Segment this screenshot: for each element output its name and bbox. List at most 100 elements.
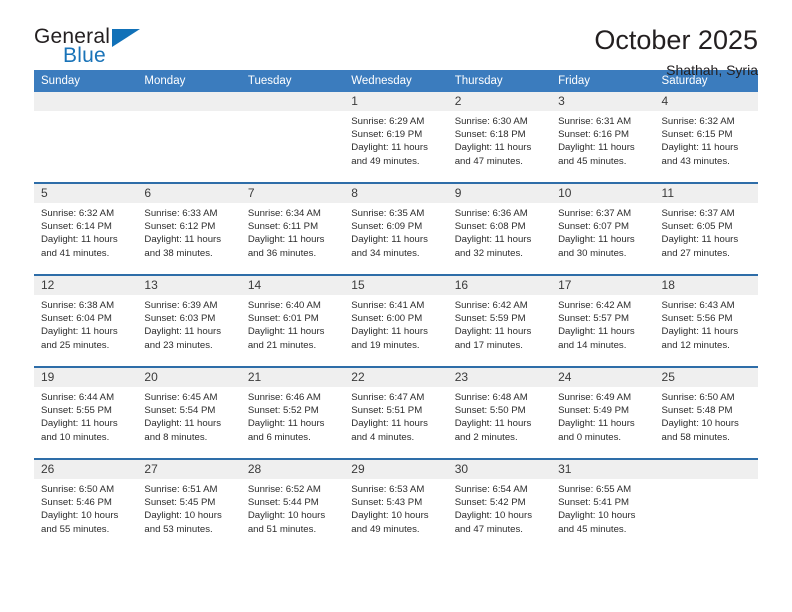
calendar-cell-day[interactable]: 10 Sunrise: 6:37 AM Sunset: 6:07 PM Dayligh… xyxy=(551,182,655,275)
calendar-cell-day[interactable]: 18 Sunrise: 6:43 AM Sunset: 5:56 PM Dayligh… xyxy=(654,274,758,367)
sun-info-line: Daylight: 11 hours xyxy=(454,142,532,154)
calendar-cell-day[interactable]: 25 Sunrise: 6:50 AM Sunset: 5:48 PM Dayligh… xyxy=(654,366,758,459)
sun-info: Sunrise: 6:37 AM Sunset: 6:05 PM Daylight:… xyxy=(655,203,758,260)
sun-info-line: Daylight: 11 hours xyxy=(41,326,118,338)
calendar-cell-day[interactable]: 26 Sunrise: 6:50 AM Sunset: 5:46 PM Dayligh… xyxy=(34,458,138,550)
sun-info-line: Sunrise: 6:30 AM xyxy=(454,116,528,127)
calendar-cell-day[interactable]: 19 Sunrise: 6:44 AM Sunset: 5:55 PM Dayligh… xyxy=(34,366,138,459)
weekday-header-wednesday: Wednesday xyxy=(344,70,448,92)
sun-info: Sunrise: 6:51 AM Sunset: 5:45 PM Daylight:… xyxy=(137,479,240,536)
sun-info-line: and 53 minutes. xyxy=(144,523,213,535)
sun-info-line: Daylight: 11 hours xyxy=(247,234,325,246)
calendar-cell-day[interactable]: 8 Sunrise: 6:35 AM Sunset: 6:09 PM Daylight… xyxy=(344,182,448,275)
calendar-cell-day[interactable]: 17 Sunrise: 6:42 AM Sunset: 5:57 PM Dayligh… xyxy=(551,274,655,367)
day-number xyxy=(240,92,345,111)
day-number: 16 xyxy=(447,276,552,295)
calendar-cell-day[interactable]: 15 Sunrise: 6:41 AM Sunset: 6:00 PM Dayligh… xyxy=(344,274,448,367)
calendar-cell-day[interactable]: 2 Sunrise: 6:30 AM Sunset: 6:18 PM Daylight… xyxy=(447,92,552,183)
sun-info-line: Sunrise: 6:54 AM xyxy=(454,484,528,495)
sun-info-line: Daylight: 11 hours xyxy=(351,418,428,430)
calendar-cell-day[interactable]: 14 Sunrise: 6:40 AM Sunset: 6:01 PM Dayligh… xyxy=(240,274,345,367)
sun-info-line: Sunset: 6:03 PM xyxy=(144,313,216,325)
sun-info: Sunrise: 6:37 AM Sunset: 6:07 PM Daylight:… xyxy=(551,203,654,260)
sun-info-line: Sunrise: 6:40 AM xyxy=(247,300,321,311)
calendar-cell-day[interactable]: 21 Sunrise: 6:46 AM Sunset: 5:52 PM Dayligh… xyxy=(240,366,345,459)
calendar-cell-day[interactable]: 29 Sunrise: 6:53 AM Sunset: 5:43 PM Dayligh… xyxy=(344,458,448,550)
day-number: 31 xyxy=(551,460,655,479)
day-number: 29 xyxy=(344,460,448,479)
sun-info-line: Sunset: 6:14 PM xyxy=(41,221,112,233)
calendar-cell-day[interactable]: 9 Sunrise: 6:36 AM Sunset: 6:08 PM Daylight… xyxy=(447,182,552,275)
calendar-cell-day[interactable]: 11 Sunrise: 6:37 AM Sunset: 6:05 PM Dayligh… xyxy=(654,182,758,275)
calendar-cell-day[interactable]: 5 Sunrise: 6:32 AM Sunset: 6:14 PM Daylight… xyxy=(34,182,138,275)
sun-info-line: Sunrise: 6:51 AM xyxy=(144,484,218,495)
sun-info-line: Daylight: 11 hours xyxy=(247,326,325,338)
sun-info-line: and 27 minutes. xyxy=(661,247,730,259)
day-number: 14 xyxy=(240,276,345,295)
calendar-cell-day[interactable]: 22 Sunrise: 6:47 AM Sunset: 5:51 PM Dayligh… xyxy=(344,366,448,459)
calendar-cell-day[interactable]: 31 Sunrise: 6:55 AM Sunset: 5:41 PM Dayligh… xyxy=(551,458,655,550)
calendar-cell-day[interactable]: 1 Sunrise: 6:29 AM Sunset: 6:19 PM Daylight… xyxy=(344,92,448,183)
brand-logo[interactable]: General Blue xyxy=(34,26,146,66)
sun-info: Sunrise: 6:38 AM Sunset: 6:04 PM Daylight:… xyxy=(34,295,137,352)
day-number: 8 xyxy=(344,184,448,203)
weekday-header-thursday: Thursday xyxy=(447,70,552,92)
day-number: 6 xyxy=(137,184,241,203)
day-number: 15 xyxy=(344,276,448,295)
calendar-cell-day[interactable]: 30 Sunrise: 6:54 AM Sunset: 5:42 PM Dayligh… xyxy=(447,458,552,550)
sun-info-line: Sunrise: 6:52 AM xyxy=(247,484,321,495)
sun-info: Sunrise: 6:50 AM Sunset: 5:46 PM Daylight:… xyxy=(34,479,137,536)
day-number: 30 xyxy=(447,460,552,479)
sun-info-line: and 55 minutes. xyxy=(41,523,110,535)
day-number xyxy=(137,92,241,111)
calendar-week-row: 1 Sunrise: 6:29 AM Sunset: 6:19 PM Daylight… xyxy=(34,92,758,183)
weekday-header-sunday: Sunday xyxy=(34,70,138,92)
sun-info-line: and 43 minutes. xyxy=(661,155,730,167)
calendar-cell-day[interactable]: 27 Sunrise: 6:51 AM Sunset: 5:45 PM Dayligh… xyxy=(137,458,241,550)
day-number: 12 xyxy=(34,276,138,295)
calendar-cell-day[interactable]: 28 Sunrise: 6:52 AM Sunset: 5:44 PM Dayligh… xyxy=(240,458,345,550)
calendar-cell-day[interactable]: 7 Sunrise: 6:34 AM Sunset: 6:11 PM Daylight… xyxy=(240,182,345,275)
sun-info: Sunrise: 6:40 AM Sunset: 6:01 PM Daylight:… xyxy=(241,295,344,352)
sun-info-line: Sunset: 5:57 PM xyxy=(558,313,630,325)
calendar-cell-day[interactable]: 6 Sunrise: 6:33 AM Sunset: 6:12 PM Daylight… xyxy=(137,182,241,275)
sun-info-line: and 38 minutes. xyxy=(144,247,213,259)
calendar-week-row: 5 Sunrise: 6:32 AM Sunset: 6:14 PM Daylight… xyxy=(34,182,758,275)
sun-info-line: Sunrise: 6:50 AM xyxy=(41,484,115,495)
calendar-cell-day[interactable]: 16 Sunrise: 6:42 AM Sunset: 5:59 PM Dayligh… xyxy=(447,274,552,367)
sun-info-line: Sunrise: 6:42 AM xyxy=(454,300,528,311)
sun-info-line: Sunrise: 6:32 AM xyxy=(41,208,115,219)
calendar-cell-day[interactable]: 24 Sunrise: 6:49 AM Sunset: 5:49 PM Dayligh… xyxy=(551,366,655,459)
sun-info-line: and 10 minutes. xyxy=(41,431,110,443)
calendar-cell-day[interactable]: 4 Sunrise: 6:32 AM Sunset: 6:15 PM Daylight… xyxy=(654,92,758,183)
sun-info-line: Daylight: 11 hours xyxy=(454,418,532,430)
day-number: 25 xyxy=(654,368,758,387)
sun-info-line: and 0 minutes. xyxy=(558,431,622,443)
sun-info-line: Daylight: 11 hours xyxy=(661,142,739,154)
title-block: October 2025 Shathah, Syria xyxy=(594,26,758,79)
calendar-cell-day[interactable]: 20 Sunrise: 6:45 AM Sunset: 5:54 PM Dayligh… xyxy=(137,366,241,459)
calendar-cell-day[interactable]: 23 Sunrise: 6:48 AM Sunset: 5:50 PM Dayligh… xyxy=(447,366,552,459)
sun-info-line: and 23 minutes. xyxy=(144,339,213,351)
sun-info-line: Sunrise: 6:44 AM xyxy=(41,392,115,403)
sun-info: Sunrise: 6:55 AM Sunset: 5:41 PM Daylight:… xyxy=(551,479,654,536)
sun-info-line: Sunset: 6:09 PM xyxy=(351,221,423,233)
sun-info-line: Sunrise: 6:47 AM xyxy=(351,392,425,403)
calendar-cell-day[interactable]: 3 Sunrise: 6:31 AM Sunset: 6:16 PM Daylight… xyxy=(551,92,655,183)
sun-info-line: Sunset: 5:45 PM xyxy=(144,497,216,509)
sun-info-line: and 30 minutes. xyxy=(558,247,627,259)
calendar-cell-day[interactable]: 12 Sunrise: 6:38 AM Sunset: 6:04 PM Dayligh… xyxy=(34,274,138,367)
sun-info-line: Daylight: 11 hours xyxy=(454,234,532,246)
day-number: 20 xyxy=(137,368,241,387)
day-number xyxy=(34,92,138,111)
day-number: 26 xyxy=(34,460,138,479)
day-number: 24 xyxy=(551,368,655,387)
day-number: 5 xyxy=(34,184,138,203)
sun-info-line: and 32 minutes. xyxy=(454,247,523,259)
triangle-icon xyxy=(112,29,140,47)
sun-info-line: Daylight: 10 hours xyxy=(454,510,533,522)
calendar-cell-day[interactable]: 13 Sunrise: 6:39 AM Sunset: 6:03 PM Dayligh… xyxy=(137,274,241,367)
sun-info-line: Sunset: 6:18 PM xyxy=(454,129,526,141)
sun-info-line: and 12 minutes. xyxy=(661,339,730,351)
sun-info-line: Sunset: 5:54 PM xyxy=(144,405,216,417)
